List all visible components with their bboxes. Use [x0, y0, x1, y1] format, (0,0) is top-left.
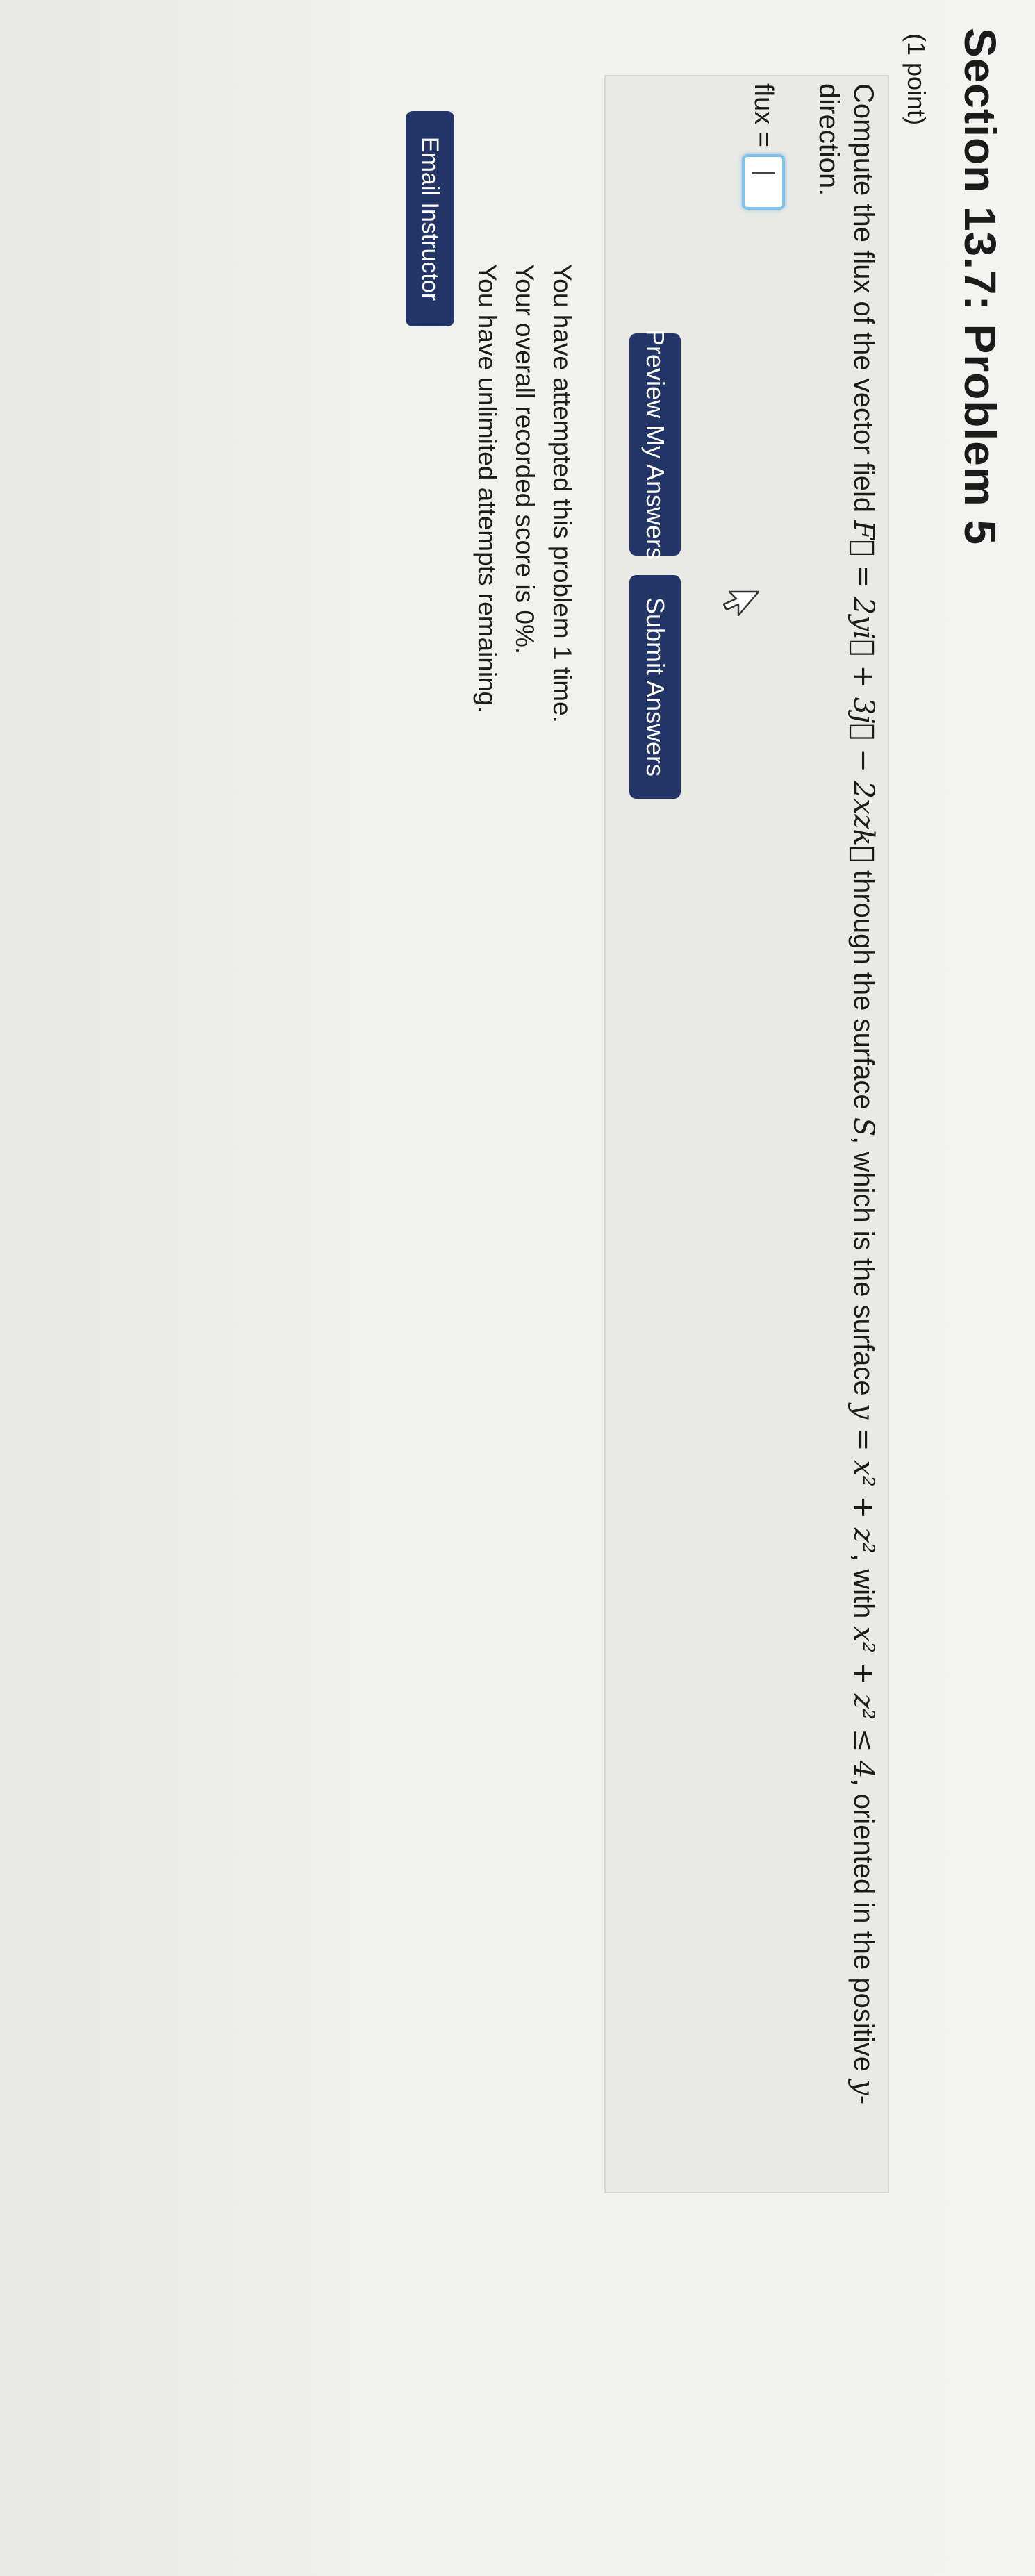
problem-text-with: , with — [848, 1553, 879, 1627]
problem-statement: Compute the flux of the vector field F⃗ … — [811, 83, 881, 2153]
domain-expression: x² + z² ≤ 4 — [847, 1626, 879, 1779]
problem-text-surface: , which is the surface — [848, 1136, 879, 1404]
flux-label: flux = — [749, 83, 779, 147]
email-instructor-button[interactable]: Email Instructor — [406, 111, 454, 326]
attempts-remaining-text: You have unlimited attempts remaining. — [473, 264, 502, 713]
submit-answers-button[interactable]: Submit Answers — [629, 575, 681, 799]
preview-answers-button[interactable]: Preview My Answers — [629, 329, 681, 560]
attempted-count-text: You have attempted this problem 1 time. — [548, 264, 577, 723]
vector-field-expression: F⃗ = 2yi⃗ + 3j⃗ − 2xzk⃗ — [847, 520, 879, 863]
problem-page: Section 13.7: Problem 5 (1 point) Comput… — [0, 0, 1035, 2576]
problem-text-intro: Compute the flux of the vector field — [848, 83, 879, 521]
attempts-status: You have attempted this problem 1 time. … — [468, 264, 581, 723]
recorded-score-text: Your overall recorded score is 0%. — [511, 264, 539, 655]
surface-expression: y = x² + z² — [847, 1403, 879, 1554]
page-title: Section 13.7: Problem 5 — [955, 28, 1005, 546]
mouse-pointer-icon — [722, 590, 760, 617]
flux-answer-input[interactable] — [742, 153, 785, 210]
problem-text-oriented: , oriented in the positive — [848, 1778, 879, 2080]
surface-symbol: S — [847, 1117, 879, 1137]
points-label: (1 point) — [902, 33, 931, 126]
text-cursor — [752, 172, 775, 174]
answer-row: flux = — [742, 83, 785, 210]
problem-text-through: through the surface — [848, 862, 879, 1117]
direction-symbol: y — [847, 2079, 879, 2095]
